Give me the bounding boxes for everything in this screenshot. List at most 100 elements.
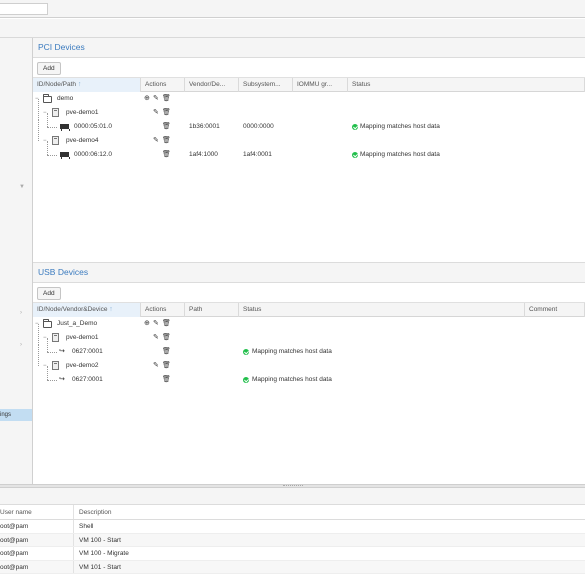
collapse-icon[interactable]: − — [43, 106, 47, 120]
column-header-id[interactable]: ID/Node/Vendor&Device ↑ — [33, 303, 141, 317]
table-row[interactable]: − demo ⊕ ✎ 🗑 — [33, 92, 585, 106]
pencil-icon[interactable]: ✎ — [153, 359, 159, 373]
description-cell: VM 101 - Start — [79, 563, 121, 571]
tree-node-label: 0627:0001 — [72, 376, 103, 383]
trash-icon[interactable]: 🗑 — [162, 106, 171, 120]
table-row[interactable]: 0000:05:01.0 🗑 1b36:0001 0000:0000 Mappi… — [33, 113, 585, 134]
pci-devices-panel: PCI Devices Add ID/Node/Path ↑ Actions V… — [33, 38, 585, 263]
folder-icon — [43, 319, 52, 328]
tree-node-label: pve-demo1 — [66, 334, 99, 341]
tree-node-label: 0000:06:12.0 — [74, 151, 112, 158]
description-cell: VM 100 - Start — [79, 536, 121, 544]
sort-asc-icon: ↑ — [77, 81, 82, 88]
tree-node-label: demo — [57, 95, 74, 102]
chevron-right-icon[interactable]: › — [20, 310, 22, 316]
trash-icon[interactable]: 🗑 — [162, 317, 171, 331]
table-row[interactable]: ↪ 0627:0001 🗑 Mapping matches host data — [33, 338, 585, 359]
table-row[interactable]: − pve-demo2 ✎ 🗑 — [33, 345, 585, 373]
column-header-description[interactable]: Description — [79, 506, 112, 519]
table-row[interactable]: − pve-demo1 ✎ 🗑 — [33, 324, 585, 345]
tree-node-label: pve-demo2 — [66, 362, 99, 369]
collapse-icon[interactable]: − — [43, 331, 47, 345]
usb-grid-header: ID/Node/Vendor&Device ↑ Actions Path Sta… — [33, 302, 585, 317]
plus-circle-icon[interactable]: ⊕ — [144, 92, 150, 106]
pci-add-button[interactable]: Add — [37, 62, 61, 75]
subsystem-cell: 1af4:0001 — [243, 151, 272, 158]
tree-node-label: 0627:0001 — [72, 348, 103, 355]
user-cell: oot@pam — [0, 536, 29, 544]
table-row[interactable]: ↪ 0627:0001 🗑 Mapping matches host data — [33, 366, 585, 387]
server-icon — [52, 136, 59, 145]
column-header-status[interactable]: Status — [348, 78, 585, 92]
usb-icon: ↪ — [59, 348, 65, 355]
collapse-icon[interactable]: − — [43, 134, 47, 148]
top-header — [0, 0, 585, 18]
column-header-path[interactable]: Path — [185, 303, 239, 317]
table-row[interactable]: 0000:06:12.0 🗑 1af4:1000 1af4:0001 Mappi… — [33, 141, 585, 162]
pci-panel-title: PCI Devices — [33, 38, 585, 58]
collapse-icon[interactable]: − — [43, 359, 47, 373]
table-row[interactable]: − pve-demo1 ✎ 🗑 — [33, 99, 585, 120]
column-header-status[interactable]: Status — [239, 303, 525, 317]
chevron-right-icon[interactable]: › — [20, 342, 22, 348]
folder-icon — [43, 94, 52, 103]
table-row[interactable]: − Just_a_Demo ⊕ ✎ 🗑 — [33, 317, 585, 331]
table-row[interactable]: oot@pam VM 100 - Migrate — [0, 547, 585, 561]
trash-icon[interactable]: 🗑 — [162, 134, 171, 148]
tree-node-label: Just_a_Demo — [57, 320, 98, 327]
usb-toolbar: Add — [33, 283, 585, 302]
pci-grid-body: − demo ⊕ ✎ 🗑 − pve-demo1 ✎ 🗑 0000:05:01.… — [33, 92, 585, 162]
table-row[interactable]: oot@pam VM 101 - Start — [0, 560, 585, 574]
plus-circle-icon[interactable]: ⊕ — [144, 317, 150, 331]
table-row[interactable]: oot@pam Shell — [0, 520, 585, 534]
column-header-user[interactable]: User name — [0, 506, 32, 519]
pencil-icon[interactable]: ✎ — [153, 134, 159, 148]
task-log-header — [0, 488, 585, 505]
usb-icon: ↪ — [59, 376, 65, 383]
column-header-comment[interactable]: Comment — [525, 303, 585, 317]
trash-icon[interactable]: 🗑 — [162, 92, 171, 106]
pci-toolbar: Add — [33, 58, 585, 77]
column-header-id[interactable]: ID/Node/Path ↑ — [33, 78, 141, 92]
trash-icon[interactable]: 🗑 — [162, 331, 171, 345]
vendor-cell: 1b36:0001 — [189, 123, 220, 130]
tree-node-label: pve-demo4 — [66, 137, 99, 144]
sort-asc-icon: ↑ — [109, 306, 113, 313]
pci-grid-header: ID/Node/Path ↑ Actions Vendor/De... Subs… — [33, 77, 585, 92]
splitter-grip-icon[interactable] — [283, 485, 303, 487]
chevron-down-icon[interactable]: ▼ — [19, 184, 25, 190]
trash-icon[interactable]: 🗑 — [162, 148, 171, 162]
vendor-cell: 1af4:1000 — [189, 151, 218, 158]
column-header-vendor[interactable]: Vendor/De... — [185, 78, 239, 92]
check-circle-icon — [243, 349, 249, 355]
usb-panel-title: USB Devices — [33, 263, 585, 283]
search-input[interactable] — [0, 3, 48, 15]
tree-node-label: 0000:05:01.0 — [74, 123, 112, 130]
pencil-icon[interactable]: ✎ — [153, 106, 159, 120]
check-circle-icon — [243, 377, 249, 383]
trash-icon[interactable]: 🗑 — [162, 373, 171, 387]
tree-node-label: pve-demo1 — [66, 109, 99, 116]
check-circle-icon — [352, 124, 358, 130]
check-circle-icon — [352, 152, 358, 158]
usb-add-button[interactable]: Add — [37, 287, 61, 300]
task-grid-header: User name Description — [0, 505, 585, 520]
server-icon — [52, 108, 59, 117]
table-row[interactable]: − pve-demo4 ✎ 🗑 — [33, 120, 585, 148]
description-cell: Shell — [79, 523, 94, 530]
nav-item-settings[interactable]: ings — [0, 409, 32, 421]
trash-icon[interactable]: 🗑 — [162, 359, 171, 373]
table-row[interactable]: oot@pam VM 100 - Start — [0, 533, 585, 547]
trash-icon[interactable]: 🗑 — [162, 120, 171, 134]
column-header-iommu[interactable]: IOMMU gr... — [293, 78, 348, 92]
usb-grid-body: − Just_a_Demo ⊕ ✎ 🗑 − pve-demo1 ✎ 🗑 ↪ 06… — [33, 317, 585, 387]
column-header-actions[interactable]: Actions — [141, 303, 185, 317]
pencil-icon[interactable]: ✎ — [153, 331, 159, 345]
user-cell: oot@pam — [0, 563, 29, 571]
trash-icon[interactable]: 🗑 — [162, 345, 171, 359]
pencil-icon[interactable]: ✎ — [153, 92, 159, 106]
column-header-actions[interactable]: Actions — [141, 78, 185, 92]
pencil-icon[interactable]: ✎ — [153, 317, 159, 331]
column-header-subsystem[interactable]: Subsystem... — [239, 78, 293, 92]
status-cell: Mapping matches host data — [252, 348, 332, 355]
